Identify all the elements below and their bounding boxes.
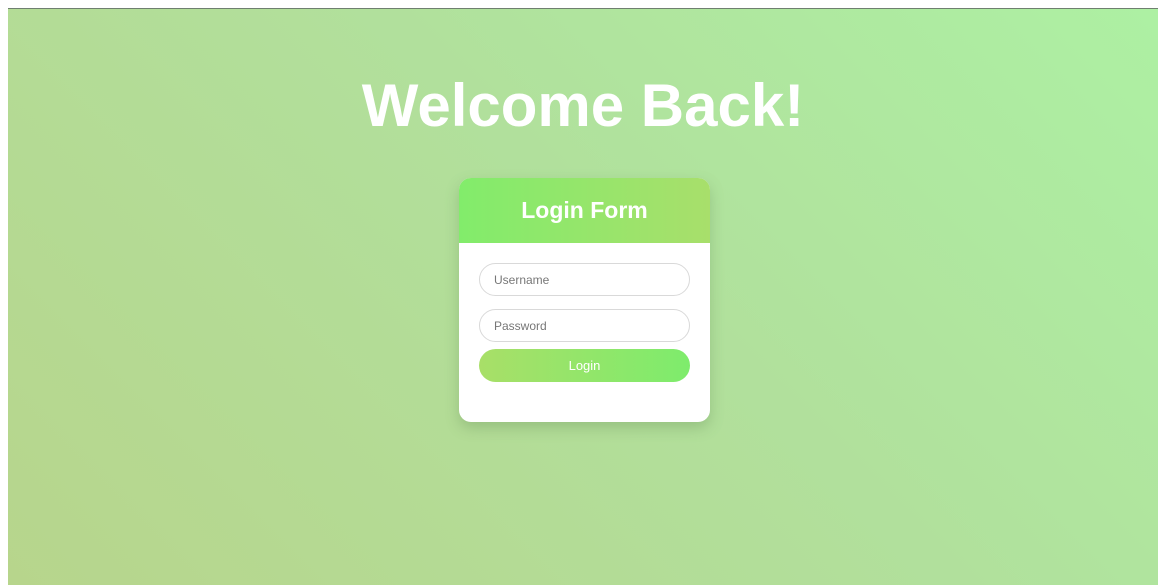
- login-card-header: Login Form: [459, 178, 710, 243]
- login-form-title: Login Form: [521, 197, 648, 223]
- page-background: Welcome Back! Login Form Login: [8, 8, 1158, 585]
- password-input[interactable]: [479, 309, 690, 342]
- login-card: Login Form Login: [459, 178, 710, 422]
- login-button[interactable]: Login: [479, 349, 690, 382]
- username-input[interactable]: [479, 263, 690, 296]
- page-title: Welcome Back!: [361, 72, 805, 139]
